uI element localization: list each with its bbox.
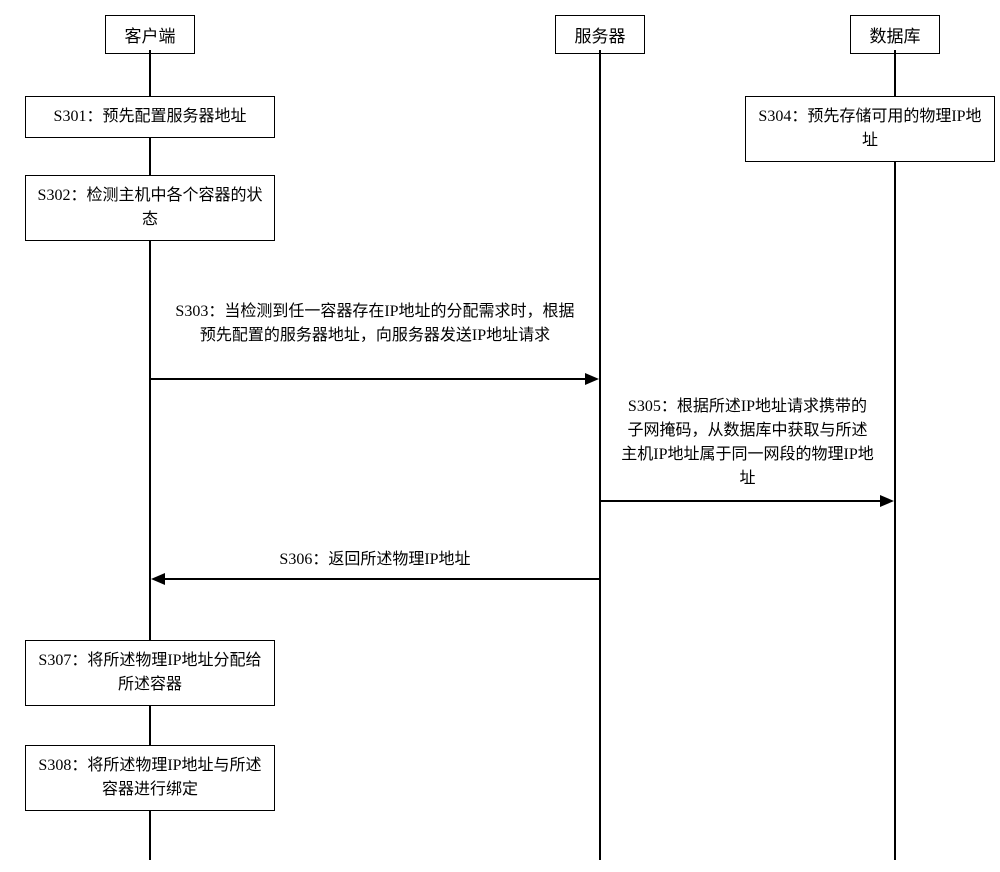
step-s307: S307：将所述物理IP地址分配给所述容器 xyxy=(25,640,275,706)
msg-s305-text: S305：根据所述IP地址请求携带的子网掩码，从数据库中获取与所述主机IP地址属… xyxy=(621,398,873,487)
msg-s303-label: S303：当检测到任一容器存在IP地址的分配需求时，根据预先配置的服务器地址，向… xyxy=(170,300,580,348)
step-s304-text: S304：预先存储可用的物理IP地址 xyxy=(758,108,981,149)
step-s304: S304：预先存储可用的物理IP地址 xyxy=(745,96,995,162)
msg-s305-arrow xyxy=(601,500,881,502)
participant-database: 数据库 xyxy=(850,15,940,54)
step-s307-text: S307：将所述物理IP地址分配给所述容器 xyxy=(38,652,261,693)
msg-s305-label: S305：根据所述IP地址请求携带的子网掩码，从数据库中获取与所述主机IP地址属… xyxy=(620,395,875,491)
msg-s303-text: S303：当检测到任一容器存在IP地址的分配需求时，根据预先配置的服务器地址，向… xyxy=(175,303,574,344)
step-s308-text: S308：将所述物理IP地址与所述容器进行绑定 xyxy=(38,757,261,798)
msg-s303-arrowhead xyxy=(585,373,599,385)
msg-s306-arrowhead xyxy=(151,573,165,585)
lifeline-server xyxy=(599,50,601,860)
msg-s306-label: S306：返回所述物理IP地址 xyxy=(255,548,495,572)
step-s302-text: S302：检测主机中各个容器的状态 xyxy=(38,187,263,228)
lifeline-client xyxy=(149,50,151,860)
step-s308: S308：将所述物理IP地址与所述容器进行绑定 xyxy=(25,745,275,811)
participant-client: 客户端 xyxy=(105,15,195,54)
step-s301-text: S301：预先配置服务器地址 xyxy=(54,108,247,125)
step-s302: S302：检测主机中各个容器的状态 xyxy=(25,175,275,241)
participant-client-label: 客户端 xyxy=(125,27,176,46)
lifeline-database xyxy=(894,50,896,860)
msg-s305-arrowhead xyxy=(880,495,894,507)
step-s301: S301：预先配置服务器地址 xyxy=(25,96,275,138)
msg-s306-text: S306：返回所述物理IP地址 xyxy=(279,551,470,568)
msg-s303-arrow xyxy=(151,378,586,380)
participant-database-label: 数据库 xyxy=(870,27,921,46)
msg-s306-arrow xyxy=(164,578,599,580)
participant-server-label: 服务器 xyxy=(575,27,626,46)
participant-server: 服务器 xyxy=(555,15,645,54)
